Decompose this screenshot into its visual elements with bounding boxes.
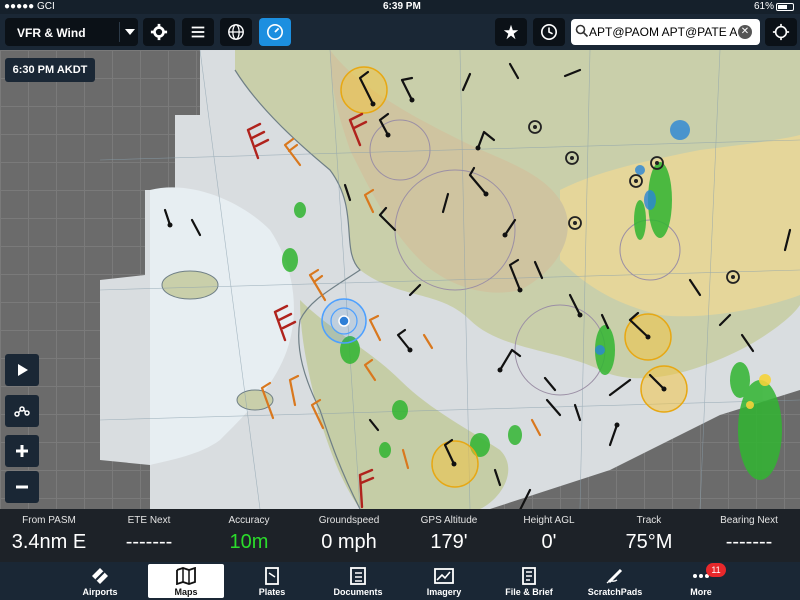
route-button[interactable] bbox=[5, 395, 39, 427]
gear-icon bbox=[150, 23, 168, 41]
settings-button[interactable] bbox=[143, 18, 175, 46]
instrument-label: GPS Altitude bbox=[420, 515, 478, 526]
tab-label: ScratchPads bbox=[587, 587, 643, 597]
search-icon bbox=[575, 24, 589, 38]
instrument-value: 0 mph bbox=[321, 531, 377, 553]
clock-label: 6:39 PM bbox=[383, 1, 421, 12]
layer-select-divider bbox=[119, 22, 120, 42]
airports-icon bbox=[92, 568, 108, 584]
scratchpads-icon bbox=[606, 568, 623, 584]
imagery-icon bbox=[434, 568, 454, 584]
plates-icon bbox=[265, 567, 279, 585]
layer-select-label: VFR & Wind bbox=[17, 26, 86, 40]
tab-scratchpads[interactable]: ScratchPads bbox=[577, 564, 653, 598]
tab-file-brief[interactable]: File & Brief bbox=[491, 564, 567, 598]
tab-label: Maps bbox=[174, 587, 198, 597]
instrument-accuracy[interactable]: Accuracy 10m bbox=[200, 509, 298, 562]
layer-select[interactable]: VFR & Wind bbox=[5, 18, 138, 46]
play-icon bbox=[18, 364, 28, 376]
zoom-out-button[interactable] bbox=[5, 471, 39, 503]
search-input[interactable] bbox=[589, 22, 737, 42]
instrument-value: 0' bbox=[541, 531, 557, 553]
map-view[interactable]: 6:30 PM AKDT bbox=[0, 50, 800, 509]
instrument-value: ------- bbox=[125, 531, 173, 553]
tab-more[interactable]: More bbox=[663, 564, 739, 598]
tab-imagery[interactable]: Imagery bbox=[406, 564, 482, 598]
toolbar: VFR & Wind ✕ bbox=[0, 14, 800, 50]
zoom-in-icon bbox=[16, 445, 28, 457]
instrument-label: Accuracy bbox=[228, 515, 270, 526]
recents-button[interactable] bbox=[533, 18, 565, 46]
notification-badge: 11 bbox=[706, 563, 726, 577]
play-button[interactable] bbox=[5, 354, 39, 386]
favorites-button[interactable] bbox=[495, 18, 527, 46]
tab-label: Imagery bbox=[426, 587, 462, 597]
instrument-height-agl[interactable]: Height AGL 0' bbox=[498, 509, 600, 562]
maps-icon bbox=[176, 567, 196, 585]
file-brief-icon bbox=[522, 567, 536, 585]
tab-maps[interactable]: Maps bbox=[148, 564, 224, 598]
documents-icon bbox=[350, 567, 366, 585]
chevron-down-icon bbox=[125, 29, 135, 35]
instrument-track[interactable]: Track 75°M bbox=[600, 509, 698, 562]
instrument-value: 10m bbox=[229, 531, 269, 553]
route-icon bbox=[14, 406, 30, 417]
instrument-bearing-next[interactable]: Bearing Next ------- bbox=[698, 509, 800, 562]
instrument-value: 179' bbox=[430, 531, 468, 553]
instrument-button[interactable] bbox=[259, 18, 291, 46]
tab-label: Airports bbox=[82, 587, 118, 597]
tab-airports[interactable]: Airports bbox=[62, 564, 138, 598]
instrument-groundspeed[interactable]: Groundspeed 0 mph bbox=[298, 509, 400, 562]
instrument-label: Track bbox=[636, 515, 662, 526]
tab-label: More bbox=[690, 587, 712, 597]
clock-icon bbox=[540, 23, 558, 41]
instrument-value: 3.4nm E bbox=[11, 531, 87, 553]
tab-documents[interactable]: Documents bbox=[320, 564, 396, 598]
status-bar: ●●●●● GCI 6:39 PM 61% bbox=[0, 0, 800, 14]
instrument-label: Height AGL bbox=[523, 515, 575, 526]
tab-plates[interactable]: Plates bbox=[234, 564, 310, 598]
globe-icon bbox=[228, 24, 244, 40]
layers-list-button[interactable] bbox=[182, 18, 214, 46]
carrier-label: ●●●●● GCI bbox=[4, 1, 55, 12]
time-badge[interactable]: 6:30 PM AKDT bbox=[5, 58, 95, 82]
instrument-ete-next[interactable]: ETE Next ------- bbox=[98, 509, 200, 562]
instrument-value: 75°M bbox=[625, 531, 673, 553]
clear-icon[interactable]: ✕ bbox=[738, 25, 752, 39]
tab-label: Plates bbox=[258, 587, 286, 597]
tab-label: Documents bbox=[333, 587, 383, 597]
search-field[interactable]: ✕ bbox=[571, 19, 760, 45]
sectional-chart bbox=[99, 50, 800, 509]
instrument-gps-altitude[interactable]: GPS Altitude 179' bbox=[400, 509, 498, 562]
battery-label: 61% bbox=[754, 1, 775, 12]
instrument-value: ------- bbox=[725, 531, 773, 553]
zoom-out-icon bbox=[16, 485, 28, 489]
instrument-from[interactable]: From PASM 3.4nm E bbox=[0, 509, 98, 562]
instrument-label: ETE Next bbox=[127, 515, 171, 526]
instrument-label: Groundspeed bbox=[318, 515, 380, 526]
locate-button[interactable] bbox=[765, 18, 797, 46]
gauge-icon bbox=[266, 23, 284, 41]
instrument-panel[interactable]: From PASM 3.4nm E ETE Next ------- Accur… bbox=[0, 509, 800, 562]
zoom-in-button[interactable] bbox=[5, 435, 39, 467]
tab-bar: Airports Maps Plates Documents Imagery F… bbox=[0, 562, 800, 600]
tab-label: File & Brief bbox=[505, 587, 553, 597]
instrument-label: Bearing Next bbox=[720, 515, 778, 526]
globe-button[interactable] bbox=[220, 18, 252, 46]
list-icon bbox=[191, 26, 205, 38]
instrument-label: From PASM bbox=[22, 515, 76, 526]
battery-icon bbox=[776, 3, 794, 11]
star-icon bbox=[503, 24, 519, 40]
locate-icon bbox=[772, 23, 790, 41]
